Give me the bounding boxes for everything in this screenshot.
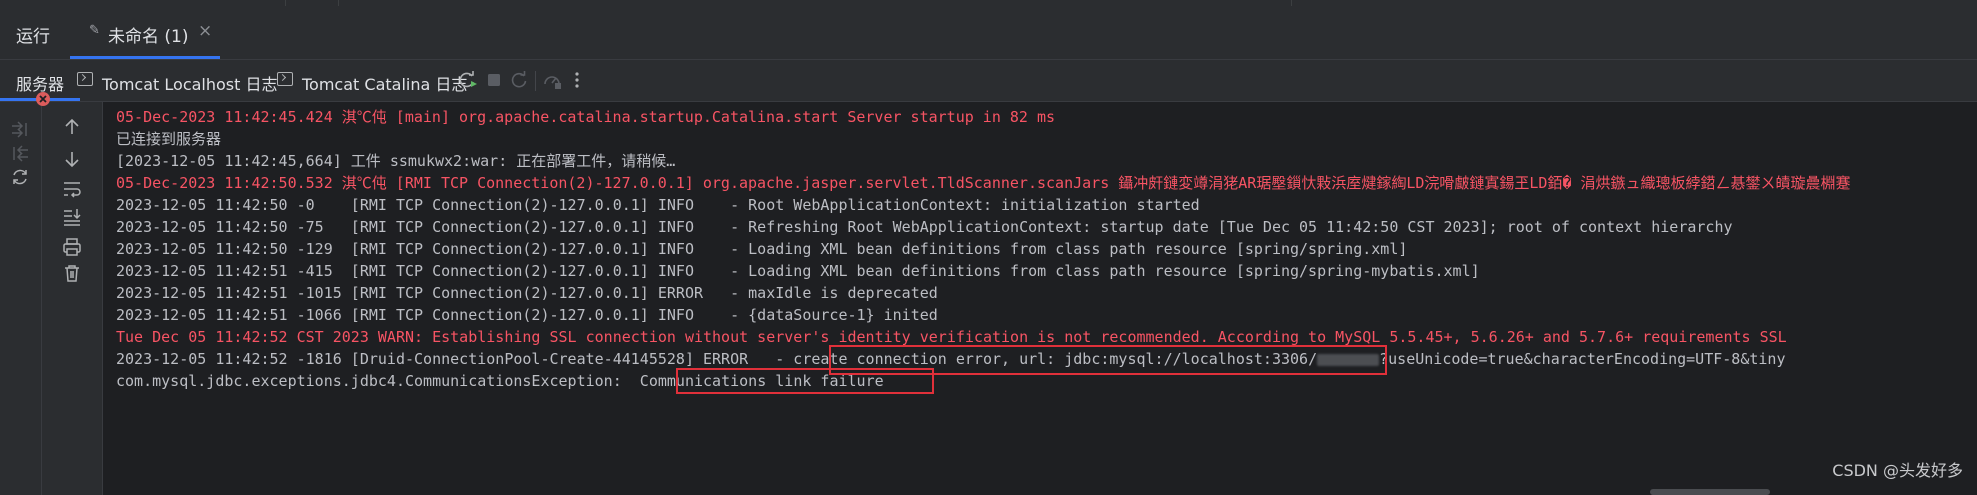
console-toolbar — [36, 92, 103, 495]
refresh-icon[interactable] — [9, 166, 31, 188]
tab-tomcat-localhost-log[interactable]: Tomcat Localhost 日志 — [77, 60, 278, 101]
console-line: 已连接到服务器 — [116, 130, 222, 148]
console-subtabs: 服务器 Tomcat Localhost 日志 Tomcat Catalina … — [0, 60, 1977, 102]
more-icon[interactable] — [566, 69, 588, 91]
annotation-box-link-failure — [676, 368, 934, 394]
left-toolbar — [0, 102, 42, 495]
console-line: 2023-12-05 11:42:50 -0 [RMI TCP Connecti… — [116, 196, 1200, 214]
terminal-icon — [77, 72, 93, 86]
active-tab-indicator — [70, 56, 220, 59]
toolbar-divider — [535, 71, 536, 91]
rerun-icon[interactable] — [456, 69, 478, 91]
trash-icon[interactable] — [61, 262, 83, 284]
scroll-to-end-icon[interactable] — [61, 206, 83, 228]
scroll-down-icon[interactable] — [61, 148, 83, 170]
close-icon[interactable]: × — [198, 21, 212, 41]
scroll-up-icon[interactable] — [61, 116, 83, 138]
console-line: 2023-12-05 11:42:50 -75 [RMI TCP Connect… — [116, 218, 1733, 236]
print-icon[interactable] — [61, 236, 83, 258]
console-line: 2023-12-05 11:42:50 -129 [RMI TCP Connec… — [116, 240, 1408, 258]
soft-wrap-icon[interactable] — [61, 178, 83, 200]
console-output[interactable]: 05-Dec-2023 11:42:45.424 淇℃伅 [main] org.… — [103, 102, 1977, 495]
tab-tomcat-localhost-log-label: Tomcat Localhost 日志 — [102, 75, 278, 94]
terminal-icon — [277, 72, 293, 86]
error-line-suffix: ?useUnicode=true&characterEncoding=UTF-8… — [1379, 350, 1786, 368]
error-icon[interactable] — [32, 88, 54, 110]
toolwindow-tabbar: 运行 ✎ 未命名 (1) × — [0, 6, 1977, 60]
tab-untitled[interactable]: ✎ 未命名 (1) × — [70, 6, 220, 59]
run-toolwindow-title[interactable]: 运行 — [16, 22, 50, 47]
console-line: 05-Dec-2023 11:42:45.424 淇℃伅 [main] org.… — [116, 108, 1056, 126]
exception-line-prefix: com.mysql.jdbc.exceptions.jdbc4.Communic… — [116, 372, 631, 390]
console-line: 2023-12-05 11:42:51 -415 [RMI TCP Connec… — [116, 262, 1480, 280]
watermark: CSDN @头发好多 — [1832, 461, 1963, 480]
console-line: 2023-12-05 11:42:51 -1015 [RMI TCP Conne… — [116, 284, 938, 302]
pin-icon: ✎ — [89, 23, 100, 38]
console-line: [2023-12-05 11:42:45,664] 工件 ssmukwx2:wa… — [116, 152, 676, 170]
restart-icon[interactable] — [508, 69, 530, 91]
console-line: 2023-12-05 11:42:51 -1066 [RMI TCP Conne… — [116, 306, 938, 324]
stop-icon[interactable] — [483, 69, 505, 91]
update-app-icon[interactable] — [541, 69, 563, 91]
tab-untitled-label: 未命名 (1) — [108, 27, 189, 47]
tab-tomcat-catalina-log[interactable]: Tomcat Catalina 日志 — [277, 60, 467, 101]
tab-tomcat-catalina-log-label: Tomcat Catalina 日志 — [302, 75, 468, 94]
console-line: 05-Dec-2023 11:42:50.532 淇℃伅 [RMI TCP Co… — [116, 174, 1851, 192]
error-line-prefix: 2023-12-05 11:42:52 -1816 [Druid-Connect… — [116, 350, 767, 368]
undeploy-icon[interactable] — [9, 142, 31, 164]
horizontal-scrollbar[interactable] — [1650, 489, 1770, 495]
deploy-all-icon[interactable] — [9, 118, 31, 140]
